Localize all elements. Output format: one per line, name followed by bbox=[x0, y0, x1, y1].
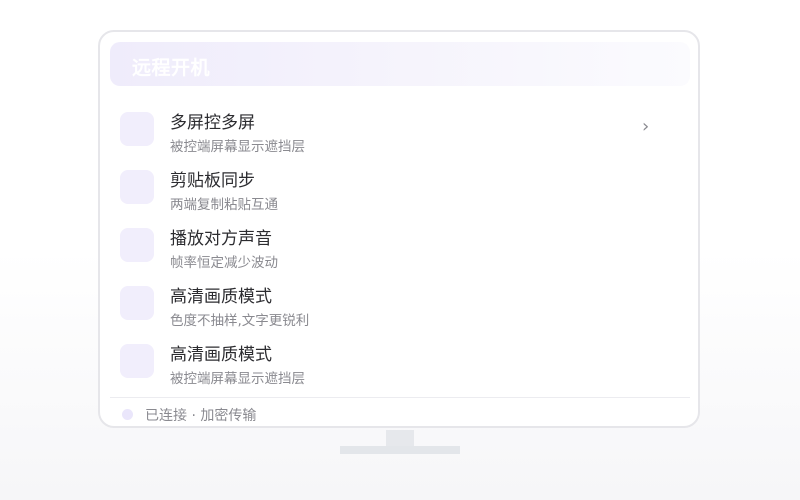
list-item-subtitle: 帧率恒定减少波动 bbox=[170, 255, 278, 271]
status-dot-icon bbox=[122, 409, 133, 420]
list-item-subtitle: 色度不抽样,文字更锐利 bbox=[170, 313, 310, 329]
monitor-frame: 远程开机 多屏控多屏 被控端屏幕显示遮挡层 › 剪贴板同步 两端复制粘贴互通 播… bbox=[98, 30, 700, 428]
list-item-title: 高清画质模式 bbox=[170, 287, 272, 307]
list-item-title: 多屏控多屏 bbox=[170, 113, 255, 133]
list-item-hd-quality-2[interactable]: 高清画质模式 被控端屏幕显示遮挡层 bbox=[100, 340, 698, 390]
monitor-stand-neck bbox=[386, 430, 414, 447]
multi-screen-icon bbox=[120, 112, 154, 146]
clipboard-icon bbox=[120, 170, 154, 204]
footer-divider bbox=[110, 397, 690, 398]
speaker-icon bbox=[120, 228, 154, 262]
stage: 远程开机 多屏控多屏 被控端屏幕显示遮挡层 › 剪贴板同步 两端复制粘贴互通 播… bbox=[0, 0, 800, 500]
list-item-title: 高清画质模式 bbox=[170, 345, 272, 365]
list-item-clipboard-sync[interactable]: 剪贴板同步 两端复制粘贴互通 bbox=[100, 166, 698, 216]
hd-quality-icon bbox=[120, 344, 154, 378]
list-item-title: 剪贴板同步 bbox=[170, 171, 255, 191]
list-item-multi-screen[interactable]: 多屏控多屏 被控端屏幕显示遮挡层 › bbox=[100, 108, 698, 158]
chevron-right-icon[interactable]: › bbox=[642, 116, 649, 137]
list-item-subtitle: 被控端屏幕显示遮挡层 bbox=[170, 139, 305, 155]
connection-status: 已连接 · 加密传输 bbox=[145, 408, 257, 424]
list-item-remote-audio[interactable]: 播放对方声音 帧率恒定减少波动 bbox=[100, 224, 698, 274]
list-item-title: 播放对方声音 bbox=[170, 229, 272, 249]
page-title: 远程开机 bbox=[132, 57, 211, 79]
list-item-subtitle: 两端复制粘贴互通 bbox=[170, 197, 278, 213]
list-item-subtitle: 被控端屏幕显示遮挡层 bbox=[170, 371, 305, 387]
list-item-hd-quality[interactable]: 高清画质模式 色度不抽样,文字更锐利 bbox=[100, 282, 698, 332]
header-banner: 远程开机 bbox=[110, 42, 690, 86]
hd-quality-icon bbox=[120, 286, 154, 320]
monitor-stand-base bbox=[340, 446, 460, 454]
